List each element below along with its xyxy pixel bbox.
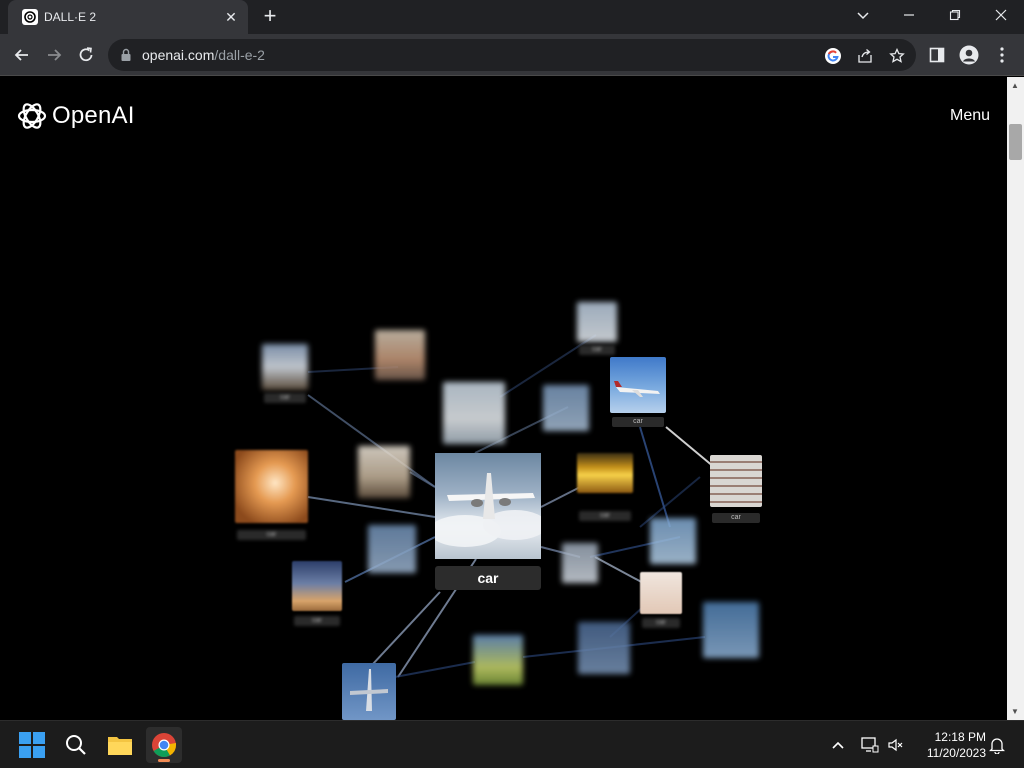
graph-image-label: car xyxy=(237,530,306,540)
graph-image-label: car xyxy=(294,616,340,626)
active-app-indicator xyxy=(158,759,170,762)
url-text[interactable]: openai.com/dall-e-2 xyxy=(142,47,265,63)
graph-image-node[interactable] xyxy=(577,302,617,342)
center-airplane-image[interactable] xyxy=(429,453,547,559)
address-bar[interactable]: openai.com/dall-e-2 xyxy=(108,39,916,71)
graph-image-label: car xyxy=(642,618,680,628)
image-graph: car car car car car car car car car xyxy=(0,77,1007,720)
window-close-icon[interactable] xyxy=(978,0,1024,30)
system-clock[interactable]: 12:18 PM 11/20/2023 xyxy=(912,729,986,761)
url-path: /dall-e-2 xyxy=(214,47,265,63)
more-vert-icon[interactable] xyxy=(989,42,1015,68)
graph-image-label: car xyxy=(264,393,306,403)
graph-image-label: car xyxy=(579,511,631,521)
profile-avatar-icon[interactable] xyxy=(956,42,982,68)
windows-taskbar: 12:18 PM 11/20/2023 xyxy=(0,720,1024,768)
tab-close-icon[interactable]: ✕ xyxy=(222,8,240,26)
windows-logo-icon xyxy=(19,732,45,758)
reload-icon[interactable] xyxy=(73,42,99,68)
page-scrollbar[interactable]: ▲ ▼ xyxy=(1007,77,1024,720)
back-arrow-icon[interactable] xyxy=(9,42,35,68)
airplane-icon xyxy=(614,381,660,397)
restore-icon[interactable] xyxy=(932,0,978,30)
graph-image-label: car xyxy=(579,345,615,355)
airplane-icon xyxy=(350,669,388,711)
search-button[interactable] xyxy=(58,727,94,763)
tab-search-icon[interactable] xyxy=(840,0,886,30)
graph-image-node[interactable] xyxy=(577,453,633,493)
graph-image-node[interactable] xyxy=(650,518,696,564)
openai-logo[interactable]: OpenAI xyxy=(16,99,135,133)
network-icon[interactable] xyxy=(860,735,880,755)
minimize-icon[interactable] xyxy=(886,0,932,30)
chrome-taskbar-button[interactable] xyxy=(146,727,182,763)
openai-logo-icon xyxy=(17,103,47,129)
clock-date: 11/20/2023 xyxy=(926,746,986,760)
forward-arrow-icon[interactable] xyxy=(41,42,67,68)
url-host: openai.com xyxy=(142,47,215,63)
menu-button[interactable]: Menu xyxy=(950,107,990,125)
graph-image-label: car xyxy=(712,513,760,523)
search-icon xyxy=(66,735,86,755)
share-icon[interactable] xyxy=(854,45,876,67)
volume-muted-icon[interactable] xyxy=(886,735,906,755)
graph-image-node[interactable] xyxy=(543,385,589,431)
graph-image-node[interactable] xyxy=(358,446,410,498)
graph-image-node[interactable] xyxy=(375,330,425,380)
folder-icon xyxy=(108,737,132,755)
graph-image-node[interactable] xyxy=(562,543,598,583)
browser-tab-strip: DALL·E 2 ✕ + xyxy=(0,0,1024,34)
center-image-label: car xyxy=(435,566,541,590)
web-page: car car car car car car car car car Open… xyxy=(0,77,1007,720)
google-icon[interactable] xyxy=(822,45,844,67)
show-hidden-icons-icon[interactable] xyxy=(828,735,848,755)
side-panel-icon[interactable] xyxy=(924,42,950,68)
graph-image-node[interactable] xyxy=(262,344,308,390)
graph-image-node[interactable] xyxy=(578,622,630,674)
airplane-image-node[interactable] xyxy=(610,357,666,413)
new-tab-button[interactable]: + xyxy=(258,5,282,29)
scrollbar-thumb[interactable] xyxy=(1009,124,1022,160)
lock-icon[interactable] xyxy=(120,48,132,62)
tab-title: DALL·E 2 xyxy=(44,10,97,24)
graph-image-node[interactable] xyxy=(703,602,759,658)
tab-dall-e-2[interactable]: DALL·E 2 ✕ xyxy=(8,0,248,34)
scroll-up-icon[interactable]: ▲ xyxy=(1011,81,1019,90)
graph-image-label: car xyxy=(612,417,664,427)
file-explorer-button[interactable] xyxy=(102,727,138,763)
graph-image-node[interactable] xyxy=(235,450,308,523)
graph-image-node[interactable] xyxy=(710,455,762,507)
openai-favicon-icon xyxy=(22,9,38,25)
chrome-icon xyxy=(152,733,176,758)
notification-bell-icon[interactable] xyxy=(987,735,1007,755)
graph-image-node[interactable] xyxy=(368,525,416,573)
airplane-image-node[interactable] xyxy=(342,663,396,720)
airplane-icon xyxy=(429,473,547,547)
scroll-down-icon[interactable]: ▼ xyxy=(1011,707,1019,716)
bookmark-star-icon[interactable] xyxy=(886,45,908,67)
graph-image-node[interactable] xyxy=(443,382,505,444)
brand-name: OpenAI xyxy=(52,102,135,129)
graph-image-node[interactable] xyxy=(640,572,682,614)
clock-time: 12:18 PM xyxy=(934,730,986,744)
start-button[interactable] xyxy=(14,727,50,763)
graph-image-node[interactable] xyxy=(292,561,342,611)
browser-toolbar: openai.com/dall-e-2 xyxy=(0,34,1024,76)
graph-image-node[interactable] xyxy=(473,635,523,685)
